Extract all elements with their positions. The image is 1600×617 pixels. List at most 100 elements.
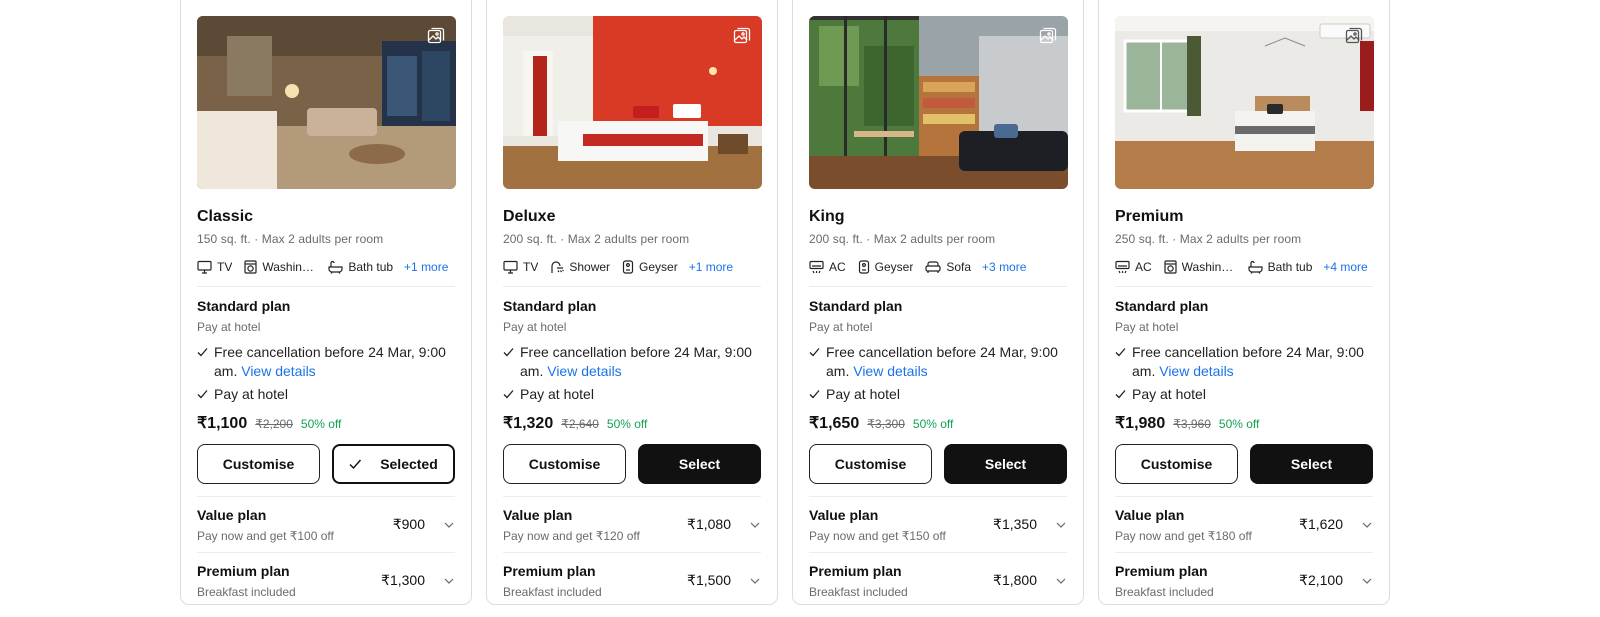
ac-icon	[1115, 260, 1130, 274]
value-plan-row[interactable]: Value plan Pay now and get ₹180 off ₹1,6…	[1115, 497, 1373, 552]
chevron-down-icon[interactable]	[1361, 519, 1373, 531]
check-icon	[197, 385, 214, 405]
price-row: ₹1,100 ₹2,200 50% off	[197, 413, 455, 435]
tv-icon	[503, 260, 518, 274]
view-details-link[interactable]: View details	[1159, 363, 1233, 379]
bathtub-icon	[328, 260, 343, 274]
value-plan-title: Value plan	[197, 506, 267, 523]
amenities: TV Washing machine Bath tub +1 more	[197, 259, 455, 275]
value-plan-subtitle: Pay now and get ₹180 off	[1115, 528, 1252, 543]
value-plan-subtitle: Pay now and get ₹150 off	[809, 528, 946, 543]
more-amenities-link[interactable]: +4 more	[1323, 260, 1367, 274]
selected-button[interactable]: Selected	[331, 444, 455, 484]
feature-free-cancellation: Free cancellation before 24 Mar, 9:00 am…	[809, 343, 1067, 381]
action-buttons: Customise Selected	[197, 444, 455, 484]
view-details-link[interactable]: View details	[547, 363, 621, 379]
value-plan-price: ₹1,620	[1299, 516, 1343, 532]
value-plan-row[interactable]: Value plan Pay now and get ₹150 off ₹1,3…	[809, 497, 1067, 552]
plan-title: Standard plan	[1115, 298, 1209, 314]
gallery-icon[interactable]	[732, 26, 752, 46]
shower-icon	[551, 261, 565, 273]
select-button[interactable]: Select	[944, 444, 1067, 484]
amenities: AC Geyser Sofa +3 more	[809, 259, 1067, 275]
gallery-icon[interactable]	[1344, 26, 1364, 46]
room-meta: 250 sq. ft. · Max 2 adults per room	[1115, 232, 1302, 246]
amenity-label: Sofa	[946, 260, 972, 274]
customise-button[interactable]: Customise	[1115, 444, 1238, 484]
room-cards: Classic 150 sq. ft. · Max 2 adults per r…	[180, 0, 1390, 605]
feature-pay-at-hotel: Pay at hotel	[197, 385, 455, 405]
value-plan-title: Value plan	[809, 506, 879, 523]
more-amenities-link[interactable]: +3 more	[982, 260, 1026, 274]
more-amenities-link[interactable]: +1 more	[689, 260, 733, 274]
chevron-down-icon[interactable]	[1361, 575, 1373, 587]
amenity-sofa: Sofa	[925, 260, 971, 274]
bathtub-icon	[1248, 260, 1263, 274]
chevron-down-icon[interactable]	[1055, 519, 1067, 531]
feature-free-cancellation: Free cancellation before 24 Mar, 9:00 am…	[1115, 343, 1373, 381]
check-icon	[809, 385, 826, 405]
premium-plan-row[interactable]: Premium plan Breakfast included ₹1,800	[809, 553, 1067, 604]
pay-at-hotel-text: Pay at hotel	[520, 386, 594, 402]
more-amenities-link[interactable]: +1 more	[404, 260, 448, 274]
premium-plan-subtitle: Breakfast included	[1115, 584, 1214, 599]
room-occupancy: Max 2 adults per room	[567, 232, 690, 246]
room-photo[interactable]	[197, 16, 456, 189]
premium-plan-title: Premium plan	[1115, 562, 1208, 579]
value-plan-row[interactable]: Value plan Pay now and get ₹120 off ₹1,0…	[503, 497, 761, 552]
room-name: Premium	[1115, 208, 1184, 225]
room-name: King	[809, 208, 845, 225]
plan-title: Standard plan	[503, 298, 597, 314]
room-photo[interactable]	[1115, 16, 1374, 189]
feature-pay-at-hotel: Pay at hotel	[503, 385, 761, 405]
premium-plan-price: ₹1,500	[687, 572, 731, 588]
gallery-icon[interactable]	[1038, 26, 1058, 46]
original-price: ₹2,640	[561, 417, 599, 431]
customise-button[interactable]: Customise	[197, 444, 320, 484]
plan-title: Standard plan	[197, 298, 291, 314]
amenity-label: Geyser	[874, 260, 914, 274]
original-price: ₹3,300	[867, 417, 905, 431]
value-plan-price: ₹1,350	[993, 516, 1037, 532]
value-plan-title: Value plan	[1115, 506, 1185, 523]
chevron-down-icon[interactable]	[443, 575, 455, 587]
action-buttons: Customise Select	[809, 444, 1067, 484]
customise-button[interactable]: Customise	[503, 444, 626, 484]
select-button[interactable]: Select	[1250, 444, 1373, 484]
value-plan-row[interactable]: Value plan Pay now and get ₹100 off ₹900	[197, 497, 455, 552]
room-meta: 200 sq. ft. · Max 2 adults per room	[809, 232, 996, 246]
room-size: 250 sq. ft.	[1115, 232, 1169, 246]
room-photo[interactable]	[503, 16, 762, 189]
original-price: ₹2,200	[255, 417, 293, 431]
chevron-down-icon[interactable]	[749, 575, 761, 587]
room-name: Deluxe	[503, 208, 556, 225]
chevron-down-icon[interactable]	[443, 519, 455, 531]
sofa-icon	[925, 261, 941, 273]
premium-plan-title: Premium plan	[809, 562, 902, 579]
value-plan-title: Value plan	[503, 506, 573, 523]
amenity-tv: TV	[503, 260, 538, 274]
room-meta: 200 sq. ft. · Max 2 adults per room	[503, 232, 690, 246]
washing-machine-icon	[1164, 260, 1177, 274]
premium-plan-row[interactable]: Premium plan Breakfast included ₹1,500	[503, 553, 761, 604]
amenity-washing-machine: Washing machine	[244, 260, 316, 274]
select-button[interactable]: Select	[638, 444, 761, 484]
value-plan-subtitle: Pay now and get ₹120 off	[503, 528, 640, 543]
room-card-king: King 200 sq. ft. · Max 2 adults per room…	[792, 0, 1084, 605]
check-icon	[503, 343, 520, 381]
amenity-label: Bath tub	[1267, 260, 1313, 274]
premium-plan-title: Premium plan	[197, 562, 290, 579]
gallery-icon[interactable]	[426, 26, 446, 46]
action-buttons: Customise Select	[1115, 444, 1373, 484]
chevron-down-icon[interactable]	[749, 519, 761, 531]
price-row: ₹1,320 ₹2,640 50% off	[503, 413, 761, 435]
price: ₹1,650	[809, 415, 860, 432]
view-details-link[interactable]: View details	[241, 363, 315, 379]
room-photo[interactable]	[809, 16, 1068, 189]
chevron-down-icon[interactable]	[1055, 575, 1067, 587]
premium-plan-row[interactable]: Premium plan Breakfast included ₹1,300	[197, 553, 455, 604]
customise-button[interactable]: Customise	[809, 444, 932, 484]
amenity-label: Geyser	[639, 260, 678, 274]
premium-plan-row[interactable]: Premium plan Breakfast included ₹2,100	[1115, 553, 1373, 604]
view-details-link[interactable]: View details	[853, 363, 927, 379]
